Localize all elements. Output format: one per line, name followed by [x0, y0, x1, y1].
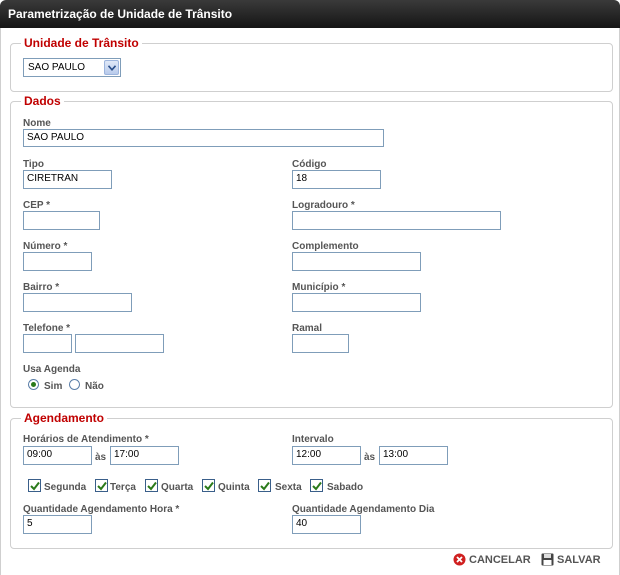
dados-legend: Dados	[24, 94, 61, 108]
usa-agenda-nao-label: Não	[85, 381, 104, 392]
window-title: Parametrização de Unidade de Trânsito	[8, 7, 233, 21]
check-icon	[97, 481, 107, 491]
sabado-label: Sabado	[327, 482, 364, 493]
horario-fim-field[interactable]: 17:00	[110, 446, 179, 465]
codigo-label: Código	[292, 159, 327, 170]
sexta-checkbox[interactable]	[258, 479, 271, 492]
qtd-hora-label: Quantidade Agendamento Hora *	[23, 504, 180, 515]
qtd-dia-field[interactable]: 40	[292, 515, 361, 534]
tipo-field[interactable]: CIRETRAN	[23, 170, 112, 189]
qtd-hora-field[interactable]: 5	[23, 515, 92, 534]
usa-agenda-nao-radio[interactable]	[69, 379, 80, 390]
cancelar-label: CANCELAR	[469, 554, 531, 566]
segunda-checkbox[interactable]	[28, 479, 41, 492]
bairro-field[interactable]	[23, 293, 132, 312]
usa-agenda-label: Usa Agenda	[23, 364, 81, 375]
sexta-label: Sexta	[275, 482, 302, 493]
check-icon	[147, 481, 157, 491]
check-icon	[30, 481, 40, 491]
quinta-checkbox[interactable]	[202, 479, 215, 492]
municipio-field[interactable]	[292, 293, 421, 312]
intervalo-inicio-field[interactable]: 12:00	[292, 446, 361, 465]
segunda-label: Segunda	[44, 482, 87, 493]
intervalo-label: Intervalo	[292, 434, 334, 445]
intervalo-separator: às	[364, 452, 376, 463]
logradouro-label: Logradouro *	[292, 200, 355, 211]
cep-label: CEP *	[23, 200, 51, 211]
telefone-numero-field[interactable]	[75, 334, 164, 353]
nome-label: Nome	[23, 118, 51, 129]
agendamento-legend: Agendamento	[24, 411, 105, 425]
cep-field[interactable]	[23, 211, 100, 230]
save-icon	[541, 553, 554, 566]
bairro-label: Bairro *	[23, 282, 60, 293]
numero-label: Número *	[23, 241, 68, 252]
ramal-label: Ramal	[292, 323, 323, 334]
ramal-field[interactable]	[292, 334, 349, 353]
nome-field[interactable]: SAO PAULO	[23, 129, 384, 147]
usa-agenda-sim-radio[interactable]	[28, 379, 39, 390]
check-icon	[204, 481, 214, 491]
unidade-legend: Unidade de Trânsito	[24, 36, 139, 50]
complemento-field[interactable]	[292, 252, 421, 271]
horario-separator: às	[95, 452, 107, 463]
horarios-label: Horários de Atendimento *	[23, 434, 149, 445]
cancel-icon	[453, 553, 466, 566]
codigo-field[interactable]: 18	[292, 170, 381, 189]
check-icon	[260, 481, 270, 491]
quinta-label: Quinta	[218, 482, 250, 493]
chevron-down-icon[interactable]	[104, 60, 119, 75]
usa-agenda-sim-label: Sim	[44, 381, 63, 392]
unidade-select[interactable]: SAO PAULO	[23, 58, 121, 77]
logradouro-field[interactable]	[292, 211, 501, 230]
check-icon	[312, 481, 322, 491]
municipio-label: Município *	[292, 282, 346, 293]
telefone-ddd-field[interactable]	[23, 334, 72, 353]
window-titlebar: Parametrização de Unidade de Trânsito	[0, 0, 620, 28]
complemento-label: Complemento	[292, 241, 359, 252]
salvar-label: SALVAR	[557, 554, 601, 566]
terca-label: Terça	[110, 482, 136, 493]
numero-field[interactable]	[23, 252, 92, 271]
horario-inicio-field[interactable]: 09:00	[23, 446, 92, 465]
tipo-label: Tipo	[23, 159, 44, 170]
quarta-checkbox[interactable]	[145, 479, 158, 492]
cancelar-button[interactable]: CANCELAR	[453, 553, 533, 567]
telefone-label: Telefone *	[23, 323, 71, 334]
qtd-dia-label: Quantidade Agendamento Dia	[292, 504, 435, 515]
intervalo-fim-field[interactable]: 13:00	[379, 446, 448, 465]
sabado-checkbox[interactable]	[310, 479, 323, 492]
terca-checkbox[interactable]	[95, 479, 108, 492]
quarta-label: Quarta	[161, 482, 194, 493]
salvar-button[interactable]: SALVAR	[541, 553, 607, 567]
unidade-select-value: SAO PAULO	[28, 62, 86, 73]
